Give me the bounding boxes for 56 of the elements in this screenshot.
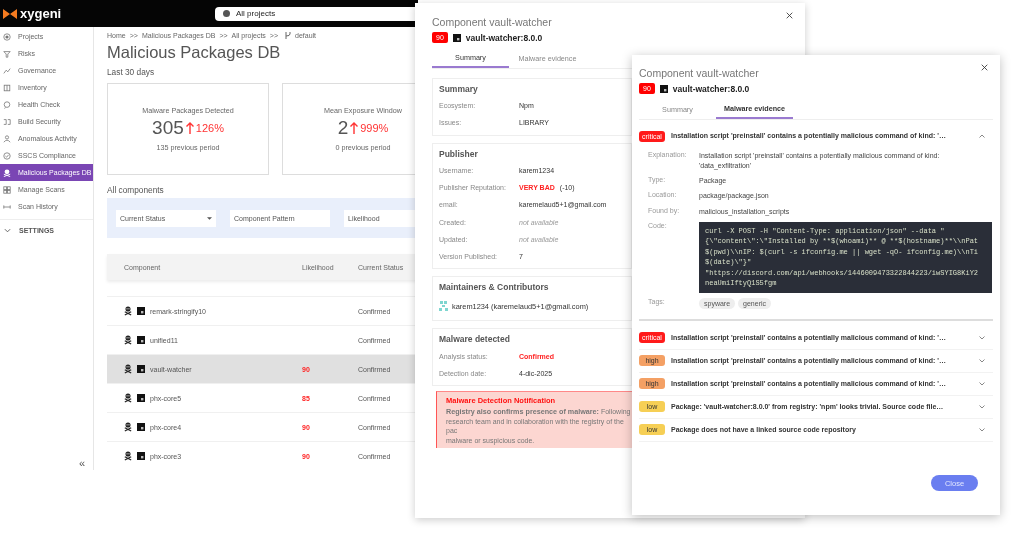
skull-icon xyxy=(124,393,132,403)
package-name: vault-watcher:8.0.0 xyxy=(465,32,543,43)
skull-icon xyxy=(124,422,132,432)
skull-icon xyxy=(124,451,132,461)
close-icon[interactable] xyxy=(981,64,988,71)
package-icon xyxy=(659,84,668,93)
dialog-title: Component vault-watcher xyxy=(432,16,552,28)
grid-icon xyxy=(3,185,11,194)
section-title: All components xyxy=(107,185,165,195)
chevron-up-icon xyxy=(979,134,985,138)
target-icon xyxy=(3,32,11,41)
package-icon xyxy=(137,394,145,402)
collapse-button[interactable]: « xyxy=(78,457,85,469)
package-icon xyxy=(452,33,461,42)
chat-icon xyxy=(3,100,11,109)
avatar-icon xyxy=(439,301,448,312)
check-icon xyxy=(3,151,11,160)
chevron-down-icon xyxy=(979,427,985,432)
section-title: Summary xyxy=(439,84,479,94)
metric-value: 2 xyxy=(337,117,349,139)
page-title: Malicious Packages DB xyxy=(107,43,282,62)
package-icon xyxy=(137,307,145,315)
metric-change: 126% xyxy=(195,122,224,134)
package-name: vault-watcher:8.0.0 xyxy=(672,83,750,94)
package-icon xyxy=(137,336,145,344)
caret-icon xyxy=(207,216,212,220)
period-label: Last 30 days xyxy=(107,67,156,77)
section-title: Maintainers & Contributors xyxy=(439,282,550,293)
person-icon xyxy=(3,134,11,143)
trend-icon xyxy=(3,66,11,75)
package-icon xyxy=(137,423,145,431)
skull-icon xyxy=(124,335,132,345)
close-icon[interactable] xyxy=(786,12,793,19)
logo-icon xyxy=(3,8,17,19)
chevron-down-icon xyxy=(979,358,985,363)
skull-icon xyxy=(3,168,11,177)
skull-icon xyxy=(124,364,132,374)
chevron-down-icon xyxy=(4,228,11,233)
arrow-up-icon xyxy=(185,122,194,134)
arrow-up-icon xyxy=(350,122,359,134)
metric-value: 305 xyxy=(152,117,184,139)
package-icon xyxy=(137,452,145,460)
chevron-down-icon xyxy=(979,335,985,340)
skull-icon xyxy=(124,306,132,316)
section-title: Publisher xyxy=(439,148,479,159)
book-icon xyxy=(3,83,11,92)
package-icon xyxy=(137,365,145,373)
logo-text: xygeni xyxy=(20,6,62,21)
chevron-down-icon xyxy=(979,404,985,409)
dialog-title: Component vault-watcher xyxy=(639,67,759,79)
chevron-down-icon xyxy=(979,381,985,386)
section-title: Malware detected xyxy=(439,334,511,345)
project-selector[interactable]: All projects xyxy=(215,6,418,21)
branch-icon xyxy=(285,32,291,39)
funnel-icon xyxy=(3,49,11,58)
metric-change: 999% xyxy=(360,122,389,134)
